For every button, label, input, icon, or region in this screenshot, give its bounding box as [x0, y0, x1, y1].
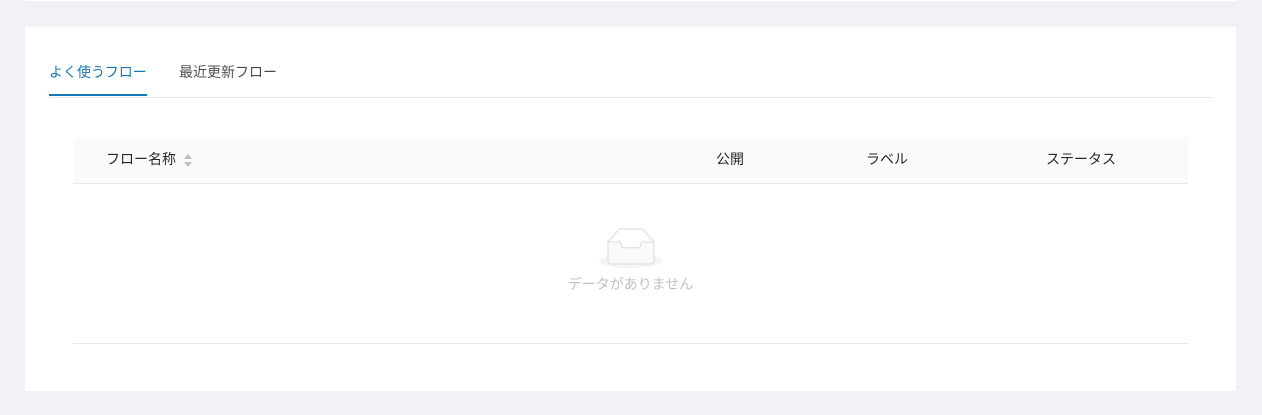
- empty-inbox-icon: [599, 228, 663, 268]
- tab-frequent-flows[interactable]: よく使うフロー: [49, 63, 147, 83]
- column-header-flow-name[interactable]: フロー名称: [106, 150, 176, 170]
- tab-bar: よく使うフロー 最近更新フロー: [49, 27, 1212, 98]
- previous-card-bottom: [25, 0, 1236, 1]
- flow-list-card: よく使うフロー 最近更新フロー フロー名称 公開 ラベル ステータス データがあ…: [25, 27, 1236, 391]
- empty-state: データがありません: [73, 184, 1188, 342]
- column-header-label: ラベル: [866, 152, 908, 168]
- tab-recent-flows[interactable]: 最近更新フロー: [179, 63, 277, 83]
- table-header: フロー名称 公開 ラベル ステータス: [73, 137, 1188, 184]
- column-header-status: ステータス: [1046, 152, 1116, 168]
- empty-message: データがありません: [567, 277, 694, 293]
- column-header-public: 公開: [716, 152, 744, 168]
- flow-table: フロー名称 公開 ラベル ステータス データがありません: [73, 137, 1188, 344]
- active-tab-indicator: [49, 94, 147, 96]
- sort-icon[interactable]: [184, 154, 192, 167]
